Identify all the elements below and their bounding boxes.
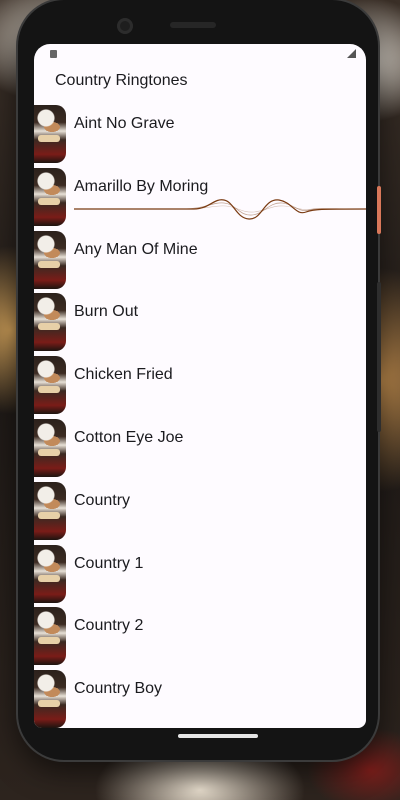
app-screen: Country Ringtones Aint No Grave Amarillo …	[34, 44, 366, 728]
ringtone-thumbnail	[34, 418, 66, 477]
list-item[interactable]: Country 2	[34, 605, 366, 668]
audio-waveform	[74, 199, 366, 220]
page-title: Country Ringtones	[55, 72, 188, 89]
ringtone-label: Burn Out	[74, 303, 139, 321]
ringtone-label: Country Boy	[74, 680, 163, 698]
ringtone-label: Chicken Fried	[74, 366, 173, 384]
sim-icon	[50, 50, 57, 58]
ringtone-thumbnail	[34, 105, 66, 163]
home-indicator[interactable]	[178, 734, 258, 738]
ringtone-label: Country 1	[74, 554, 144, 572]
ringtone-thumbnail	[34, 481, 66, 540]
ringtone-thumbnail	[34, 607, 66, 666]
ringtone-label: Country	[74, 491, 131, 509]
speaker-grille	[170, 22, 216, 28]
ringtone-thumbnail	[34, 356, 66, 415]
ringtone-label: Cotton Eye Joe	[74, 428, 184, 446]
ringtone-label: Aint No Grave	[74, 115, 175, 132]
list-item[interactable]: Country Boy	[34, 668, 366, 728]
power-button	[377, 186, 381, 234]
phone-frame: Country Ringtones Aint No Grave Amarillo …	[18, 0, 381, 760]
volume-button	[377, 282, 381, 432]
ringtone-label: Country 2	[74, 617, 144, 635]
ringtone-list[interactable]: Aint No Grave Amarillo By Moring Any Man O…	[34, 103, 366, 728]
ringtone-thumbnail	[34, 167, 66, 226]
list-item[interactable]: Amarillo By Moring	[34, 166, 366, 229]
ringtone-label: Any Man Of Mine	[74, 240, 198, 258]
ringtone-thumbnail	[34, 293, 66, 352]
list-item[interactable]: Aint No Grave	[34, 103, 366, 166]
list-item[interactable]: Cotton Eye Joe	[34, 417, 366, 480]
list-item[interactable]: Chicken Fried	[34, 354, 366, 417]
camera-icon	[117, 18, 133, 34]
ringtone-thumbnail	[34, 544, 66, 603]
signal-icon	[347, 49, 356, 58]
status-bar	[34, 46, 366, 58]
ringtone-thumbnail	[34, 230, 66, 289]
ringtone-thumbnail	[34, 670, 66, 728]
list-item[interactable]: Country	[34, 480, 366, 543]
list-item[interactable]: Burn Out	[34, 291, 366, 354]
list-item[interactable]: Any Man Of Mine	[34, 229, 366, 292]
list-item[interactable]: Country 1	[34, 543, 366, 606]
